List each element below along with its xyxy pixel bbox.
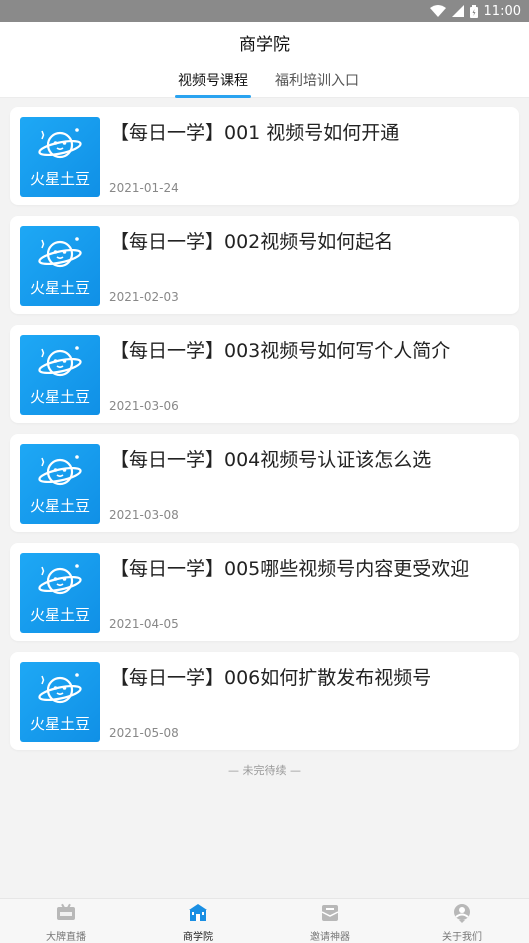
app-header: 商学院 — [0, 22, 529, 62]
thumbnail-brand-text: 火星土豆 — [29, 715, 90, 733]
mascot-logo-icon — [38, 673, 82, 704]
signal-icon — [451, 5, 464, 17]
status-bar: 11:00 — [0, 0, 529, 22]
course-title: 【每日一学】003视频号如何写个人简介 — [110, 340, 451, 362]
nav-label-invite: 邀请神器 — [310, 932, 350, 943]
school-icon — [189, 904, 207, 921]
course-title: 【每日一学】002视频号如何起名 — [110, 231, 394, 253]
nav-item-school[interactable]: 商学院 — [158, 903, 238, 943]
bottom-nav: 大牌直播 商学院 邀请神器 关于我们 — [0, 898, 529, 943]
course-thumbnail: 火星土豆 — [20, 444, 100, 524]
course-card[interactable]: 火星土豆 【每日一学】001 视频号如何开通 2021-01-24 — [10, 107, 519, 205]
nav-item-invite[interactable]: 邀请神器 — [290, 903, 370, 943]
wifi-icon — [429, 5, 446, 17]
course-thumbnail: 火星土豆 — [20, 335, 100, 415]
course-date: 2021-04-05 — [109, 617, 179, 631]
to-be-continued-note: — 未完待续 — — [228, 764, 301, 777]
course-thumbnail: 火星土豆 — [20, 553, 100, 633]
thumbnail-brand-text: 火星土豆 — [29, 279, 90, 297]
course-date: 2021-01-24 — [109, 181, 179, 195]
status-time: 11:00 — [483, 3, 521, 19]
tab-bar: 视频号课程 福利培训入口 — [0, 62, 529, 98]
course-date: 2021-03-08 — [109, 508, 179, 522]
course-thumbnail: 火星土豆 — [20, 226, 100, 306]
mascot-logo-icon — [38, 455, 82, 486]
mascot-logo-icon — [38, 564, 82, 595]
course-title: 【每日一学】001 视频号如何开通 — [110, 122, 400, 144]
thumbnail-brand-text: 火星土豆 — [29, 606, 90, 624]
mascot-logo-icon — [38, 128, 82, 159]
course-title: 【每日一学】005哪些视频号内容更受欢迎 — [110, 558, 470, 580]
nav-label-school: 商学院 — [183, 932, 213, 943]
course-card[interactable]: 火星土豆 【每日一学】003视频号如何写个人简介 2021-03-06 — [10, 325, 519, 423]
nav-item-live[interactable]: 大牌直播 — [26, 903, 106, 943]
battery-icon — [469, 4, 478, 18]
tab-welfare-training[interactable]: 福利培训入口 — [275, 70, 359, 98]
live-icon — [57, 903, 75, 920]
nav-label-live: 大牌直播 — [46, 932, 86, 943]
course-card[interactable]: 火星土豆 【每日一学】006如何扩散发布视频号 2021-05-08 — [10, 652, 519, 750]
course-date: 2021-05-08 — [109, 726, 179, 740]
course-thumbnail: 火星土豆 — [20, 117, 100, 197]
course-thumbnail: 火星土豆 — [20, 662, 100, 742]
course-list: 火星土豆 【每日一学】001 视频号如何开通 2021-01-24 火星土豆 【每日一学… — [10, 107, 519, 761]
course-date: 2021-03-06 — [109, 399, 179, 413]
course-card[interactable]: 火星土豆 【每日一学】005哪些视频号内容更受欢迎 2021-04-05 — [10, 543, 519, 641]
course-title: 【每日一学】004视频号认证该怎么选 — [110, 449, 432, 471]
invite-icon — [321, 905, 339, 921]
course-title: 【每日一学】006如何扩散发布视频号 — [110, 667, 432, 689]
mascot-logo-icon — [38, 237, 82, 268]
tab-video-courses[interactable]: 视频号课程 — [175, 70, 251, 98]
thumbnail-brand-text: 火星土豆 — [29, 497, 90, 515]
nav-item-about[interactable]: 关于我们 — [422, 903, 502, 943]
page-title: 商学院 — [239, 34, 290, 55]
about-icon — [454, 904, 470, 923]
mascot-logo-icon — [38, 346, 82, 377]
thumbnail-brand-text: 火星土豆 — [29, 388, 90, 406]
course-card[interactable]: 火星土豆 【每日一学】004视频号认证该怎么选 2021-03-08 — [10, 434, 519, 532]
thumbnail-brand-text: 火星土豆 — [29, 170, 90, 188]
course-card[interactable]: 火星土豆 【每日一学】002视频号如何起名 2021-02-03 — [10, 216, 519, 314]
course-date: 2021-02-03 — [109, 290, 179, 304]
nav-label-about: 关于我们 — [442, 932, 482, 943]
